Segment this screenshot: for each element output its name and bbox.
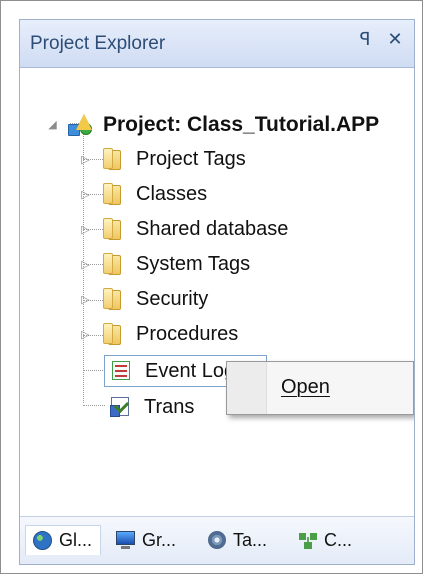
tree-item-system-tags[interactable]: ▷ System Tags xyxy=(79,247,250,281)
tree-item-label: Trans xyxy=(144,396,195,418)
expand-icon[interactable]: ▷ xyxy=(79,293,92,306)
pin-icon[interactable]: ꟼ xyxy=(356,30,374,48)
tab-label: C... xyxy=(324,529,353,550)
tree-item-classes[interactable]: ▷ Classes xyxy=(79,177,207,211)
context-menu: Open xyxy=(226,361,414,415)
project-explorer-panel: Project Explorer ꟼ ✕ ◢ Project: Class_Tu… xyxy=(19,19,415,565)
panel-title: Project Explorer xyxy=(30,33,166,54)
expand-icon[interactable]: ▷ xyxy=(79,258,92,271)
tree-item-security[interactable]: ▷ Security xyxy=(79,282,208,316)
bottom-tab-strip: Gl... Gr... Ta... C... xyxy=(20,516,414,564)
tasks-icon xyxy=(205,528,229,552)
tree-item-shared-database[interactable]: ▷ Shared database xyxy=(79,212,288,246)
panel-titlebar: Project Explorer ꟼ ✕ xyxy=(20,20,414,68)
tab-tasks[interactable]: Ta... xyxy=(205,525,267,555)
collapse-icon[interactable]: ◢ xyxy=(46,118,59,131)
tab-comm[interactable]: C... xyxy=(296,525,352,555)
tree-item-label: Project Tags xyxy=(136,148,246,170)
tab-label: Ta... xyxy=(233,529,268,550)
comm-icon xyxy=(296,528,320,552)
folder-icon xyxy=(100,287,126,311)
tab-global[interactable]: Gl... xyxy=(25,525,101,555)
folder-icon xyxy=(100,322,126,346)
tree-item-label: Security xyxy=(136,288,209,310)
folder-icon xyxy=(100,252,126,276)
close-icon[interactable]: ✕ xyxy=(386,30,404,48)
expand-icon[interactable]: ▷ xyxy=(79,153,92,166)
globe-icon xyxy=(31,529,55,553)
project-root-row[interactable]: ◢ Project: Class_Tutorial.APP xyxy=(46,107,379,141)
tree-item-transactions[interactable]: Trans xyxy=(108,390,194,424)
transactions-icon xyxy=(108,395,134,419)
project-label: Project: Class_Tutorial.APP xyxy=(103,112,380,136)
menu-gutter xyxy=(227,362,267,414)
panel-controls: ꟼ ✕ xyxy=(356,30,404,48)
tab-label: Gl... xyxy=(59,530,93,550)
expand-icon[interactable]: ▷ xyxy=(79,188,92,201)
tab-label: Gr... xyxy=(142,529,177,550)
graphics-icon xyxy=(114,528,138,552)
folder-icon xyxy=(100,182,126,206)
event-logger-icon xyxy=(109,359,135,383)
tree-connector xyxy=(83,405,105,406)
expand-icon[interactable]: ▷ xyxy=(79,328,92,341)
tree-item-label: Procedures xyxy=(136,323,239,345)
context-menu-open[interactable]: Open xyxy=(281,376,330,399)
tree-item-label: System Tags xyxy=(136,253,251,275)
folder-icon xyxy=(100,147,126,171)
tab-graphics[interactable]: Gr... xyxy=(114,525,176,555)
tree-item-project-tags[interactable]: ▷ Project Tags xyxy=(79,142,246,176)
tree-item-procedures[interactable]: ▷ Procedures xyxy=(79,317,238,351)
expand-icon[interactable]: ▷ xyxy=(79,223,92,236)
tree-connector xyxy=(83,370,105,371)
tree-item-label: Shared database xyxy=(136,218,289,240)
project-icon xyxy=(67,112,93,136)
folder-icon xyxy=(100,217,126,241)
window-frame: Project Explorer ꟼ ✕ ◢ Project: Class_Tu… xyxy=(0,0,423,574)
project-tree[interactable]: ◢ Project: Class_Tutorial.APP ▷ Project … xyxy=(20,68,414,498)
tree-item-label: Classes xyxy=(136,183,208,205)
